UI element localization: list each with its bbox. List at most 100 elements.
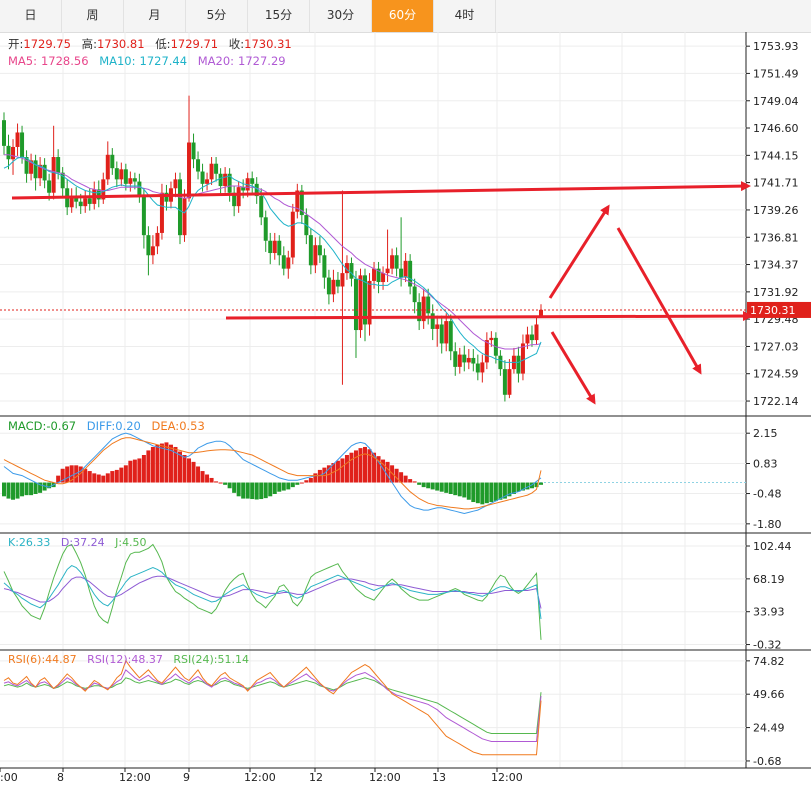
candle-up — [457, 354, 462, 367]
candle-up — [507, 369, 512, 395]
macd-bar-positive — [132, 459, 137, 483]
tab-3[interactable]: 5分 — [186, 0, 248, 32]
macd-bar-positive — [96, 474, 101, 483]
macd-bar-positive — [119, 467, 124, 483]
candle-up — [385, 268, 390, 274]
macd-bar-positive — [141, 455, 146, 483]
y-tick-label: 68.19 — [753, 573, 785, 586]
ma-legend: MA5: 1728.56 MA10: 1727.44 MA20: 1727.29 — [8, 54, 293, 68]
macd-bar-positive — [304, 480, 309, 483]
kdj-legend: K:26.33 D:37.24 J:4.50 — [8, 536, 154, 549]
candle-down — [412, 286, 417, 303]
j-line — [3, 543, 542, 640]
macd-bar-negative — [15, 482, 20, 499]
macd-bar-negative — [20, 482, 25, 497]
macd-bar-positive — [164, 442, 169, 483]
tab-4[interactable]: 15分 — [248, 0, 310, 32]
candle-down — [218, 173, 223, 187]
macd-bar-positive — [358, 448, 363, 483]
y-tick-label: 49.66 — [753, 688, 785, 701]
macd-bar-positive — [123, 465, 128, 483]
support-arrow-line — [225, 311, 753, 322]
candle-up — [489, 337, 494, 341]
macd-legend: MACD:-0.67 DIFF:0.20 DEA:0.53 — [8, 419, 212, 433]
macd-bar-negative — [277, 482, 282, 492]
macd-bar-positive — [205, 474, 210, 483]
macd-bar-positive — [105, 473, 110, 483]
macd-bar-negative — [232, 482, 237, 493]
ma5-label: MA5: — [8, 54, 37, 68]
d-label: D: — [60, 536, 74, 549]
candle-down — [326, 277, 331, 295]
candle-up — [358, 275, 363, 331]
candle-down — [317, 245, 322, 256]
macd-bar-positive — [159, 443, 164, 483]
macd-bar-negative — [457, 482, 462, 497]
macd-bar-negative — [268, 482, 273, 497]
candle-down — [87, 198, 92, 204]
macd-bar-positive — [101, 475, 106, 483]
candle-down — [426, 296, 431, 314]
macd-bar-negative — [250, 482, 255, 500]
candle-down — [335, 279, 340, 287]
candle-down — [78, 201, 83, 207]
price-legend: 开:1729.75 高:1730.81 低:1729.71 收:1730.31 — [8, 36, 299, 52]
candle-up — [381, 273, 386, 283]
macd-bar-negative — [241, 482, 246, 499]
macd-bar-negative — [439, 482, 444, 492]
open-label: 开: — [8, 37, 24, 51]
candle-up — [173, 179, 178, 189]
rsi6-line — [3, 659, 542, 756]
open-value: 1729.75 — [23, 37, 71, 51]
candle-down — [394, 255, 399, 269]
d-value: 37.24 — [73, 536, 105, 549]
macd-bar-positive — [412, 481, 417, 483]
candle-down — [33, 160, 38, 179]
candle-down — [268, 240, 273, 254]
macd-bar-negative — [33, 482, 38, 494]
interval-tab-bar: 日周月 5分 15分 30分 60分 4时 — [0, 0, 811, 33]
candle-up — [236, 187, 241, 207]
candle-up — [51, 157, 56, 193]
y-tick-label: 1749.04 — [753, 95, 799, 108]
tab-1[interactable]: 周 — [62, 0, 124, 32]
tab-7[interactable]: 4时 — [434, 0, 496, 32]
candle-down — [137, 181, 142, 197]
ma10-label: MA10: — [99, 54, 136, 68]
macd-bar-negative — [11, 482, 16, 500]
macd-bar-negative — [462, 482, 467, 498]
candle-up — [205, 179, 210, 184]
macd-bar-negative — [2, 482, 6, 497]
macd-bar-positive — [87, 471, 92, 483]
candle-down — [453, 351, 458, 367]
macd-bar-positive — [214, 481, 219, 483]
macd-bar-positive — [137, 458, 142, 483]
macd-label: MACD: — [8, 419, 47, 433]
candle-up — [15, 132, 20, 147]
tab-6[interactable]: 60分 — [372, 0, 434, 32]
candle-down — [141, 196, 146, 236]
macd-bar-positive — [394, 468, 399, 483]
macd-value: -0.67 — [46, 419, 77, 433]
tab-0[interactable]: 日 — [0, 0, 62, 32]
candle-up — [105, 154, 110, 180]
candle-up — [480, 362, 485, 373]
high-label: 高: — [81, 37, 97, 51]
macd-bar-negative — [24, 482, 29, 496]
candle-down — [146, 235, 151, 256]
macd-bar-negative — [480, 482, 485, 505]
candle-up — [466, 357, 471, 363]
candle-up — [539, 309, 543, 317]
candle-down — [250, 178, 255, 184]
candle-up — [119, 169, 124, 180]
macd-bar-positive — [218, 482, 223, 484]
tab-2[interactable]: 月 — [124, 0, 186, 32]
candle-down — [6, 145, 11, 160]
rsi6-label: RSI(6): — [8, 653, 46, 666]
candle-down — [353, 278, 358, 331]
tab-5[interactable]: 30分 — [310, 0, 372, 32]
candle-up — [286, 257, 291, 269]
rsi24-line — [3, 677, 542, 734]
candle-down — [132, 178, 137, 182]
close-label: 收: — [228, 37, 245, 51]
